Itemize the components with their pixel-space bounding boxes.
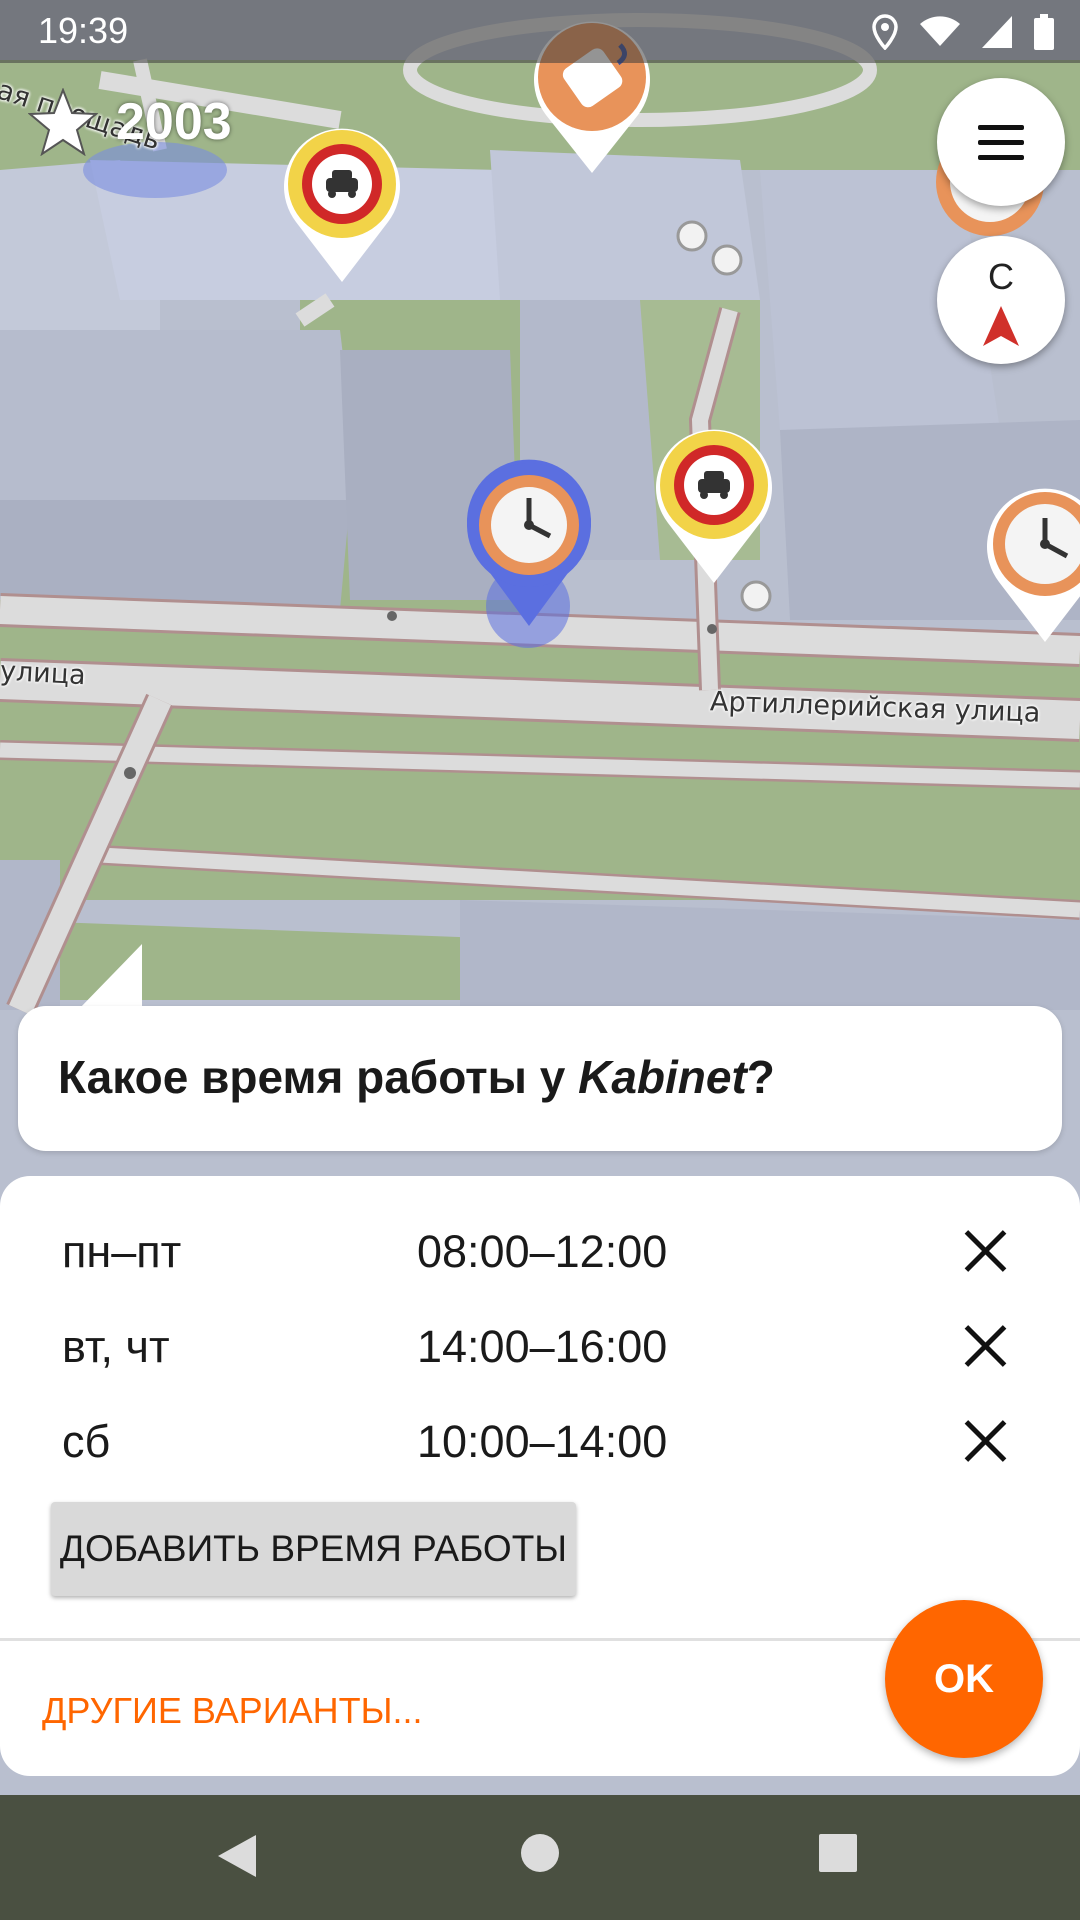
hours-row: вт, чт 14:00–16:00 bbox=[0, 1305, 1080, 1385]
status-time: 19:39 bbox=[38, 10, 129, 51]
star-icon bbox=[28, 88, 98, 156]
compass-button[interactable]: С bbox=[937, 236, 1065, 364]
no-parking-pin[interactable] bbox=[280, 122, 404, 287]
question-bubble: Какое время работы у Kabinet? bbox=[18, 1006, 1062, 1151]
signal-icon bbox=[982, 16, 1012, 48]
hours-range[interactable]: 14:00–16:00 bbox=[417, 1321, 667, 1373]
compass-arrow-icon bbox=[983, 306, 1019, 346]
recents-icon[interactable] bbox=[818, 1833, 858, 1873]
remove-row-icon[interactable] bbox=[962, 1228, 1008, 1274]
hours-days[interactable]: пн–пт bbox=[62, 1226, 181, 1278]
menu-button[interactable] bbox=[937, 78, 1065, 206]
location-icon bbox=[872, 14, 898, 50]
hours-row: сб 10:00–14:00 bbox=[0, 1400, 1080, 1480]
remove-row-icon[interactable] bbox=[962, 1323, 1008, 1369]
street-label-left: улица bbox=[0, 655, 87, 692]
speech-tail bbox=[78, 944, 142, 1010]
compass-north-label: С bbox=[988, 256, 1014, 297]
back-icon[interactable] bbox=[216, 1833, 258, 1879]
wifi-icon bbox=[920, 16, 960, 46]
hours-row: пн–пт 08:00–12:00 bbox=[0, 1210, 1080, 1290]
status-bar: 19:39 bbox=[0, 0, 1080, 63]
other-options-button[interactable]: ДРУГИЕ ВАРИАНТЫ... bbox=[42, 1690, 422, 1732]
hours-days[interactable]: сб bbox=[62, 1416, 110, 1468]
opening-hours-pin[interactable] bbox=[983, 482, 1080, 647]
hours-range[interactable]: 08:00–12:00 bbox=[417, 1226, 667, 1278]
star-points[interactable]: 2003 bbox=[28, 88, 232, 156]
place-name: Kabinet bbox=[578, 1051, 747, 1103]
remove-row-icon[interactable] bbox=[962, 1418, 1008, 1464]
points-count: 2003 bbox=[116, 93, 232, 151]
ok-button[interactable]: OK bbox=[885, 1600, 1043, 1758]
hours-range[interactable]: 10:00–14:00 bbox=[417, 1416, 667, 1468]
navigation-bar bbox=[0, 1795, 1080, 1920]
add-opening-hours-button[interactable]: ДОБАВИТЬ ВРЕМЯ РАБОТЫ bbox=[51, 1502, 576, 1596]
question-text: Какое время работы у Kabinet? bbox=[58, 1051, 775, 1103]
home-icon[interactable] bbox=[520, 1833, 560, 1873]
hours-days[interactable]: вт, чт bbox=[62, 1321, 170, 1373]
no-parking-pin[interactable] bbox=[652, 423, 776, 588]
battery-icon bbox=[1034, 14, 1054, 50]
opening-hours-pin-selected[interactable] bbox=[462, 458, 596, 628]
